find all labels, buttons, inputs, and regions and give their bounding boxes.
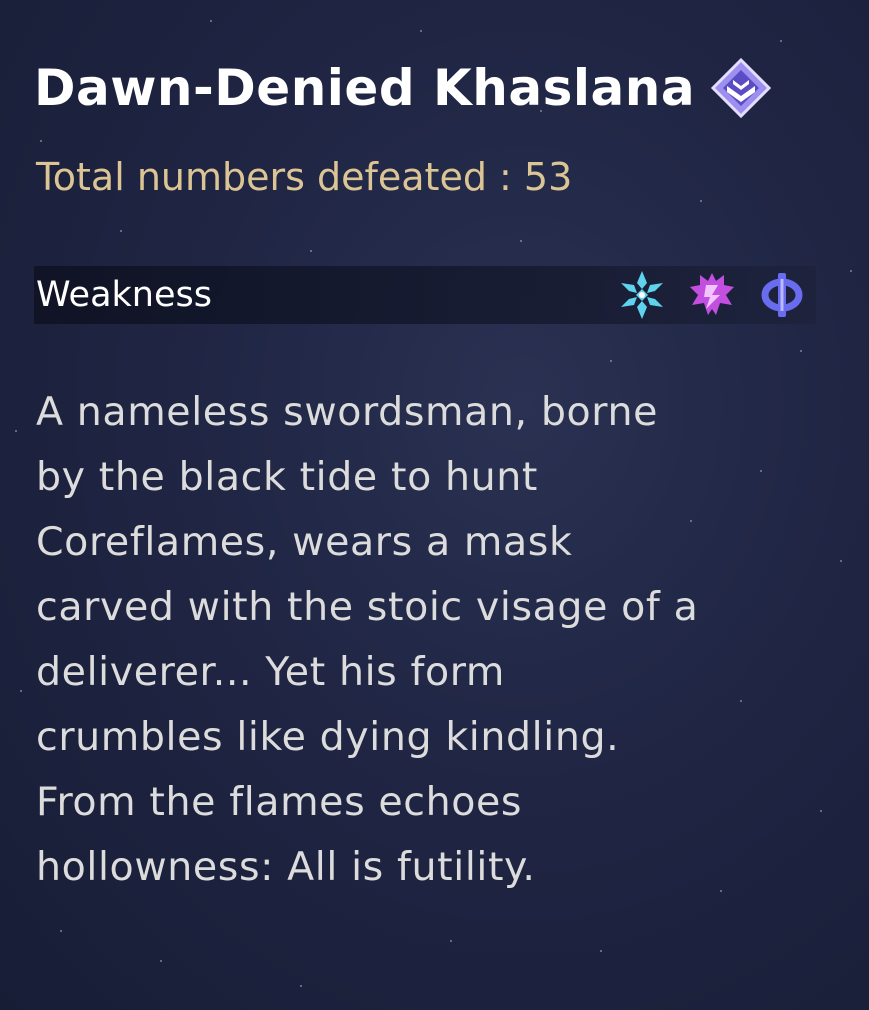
defeated-count-text: Total numbers defeated : 53 [36,155,573,199]
enemy-name: Dawn-Denied Khaslana [34,59,696,117]
title-row: Dawn-Denied Khaslana [34,56,773,120]
weakness-icons [598,269,808,321]
ice-element-icon [621,271,663,319]
enemy-info-panel: Dawn-Denied Khaslana Total numbers defea… [0,0,869,1010]
imaginary-element-icon [761,273,803,317]
weakness-label: Weakness [36,274,212,315]
enemy-description: A nameless swordsman, borne by the black… [36,389,699,890]
lightning-element-icon [690,273,734,315]
elite-rank-icon [710,57,772,119]
weakness-bar: Weakness [34,266,816,324]
